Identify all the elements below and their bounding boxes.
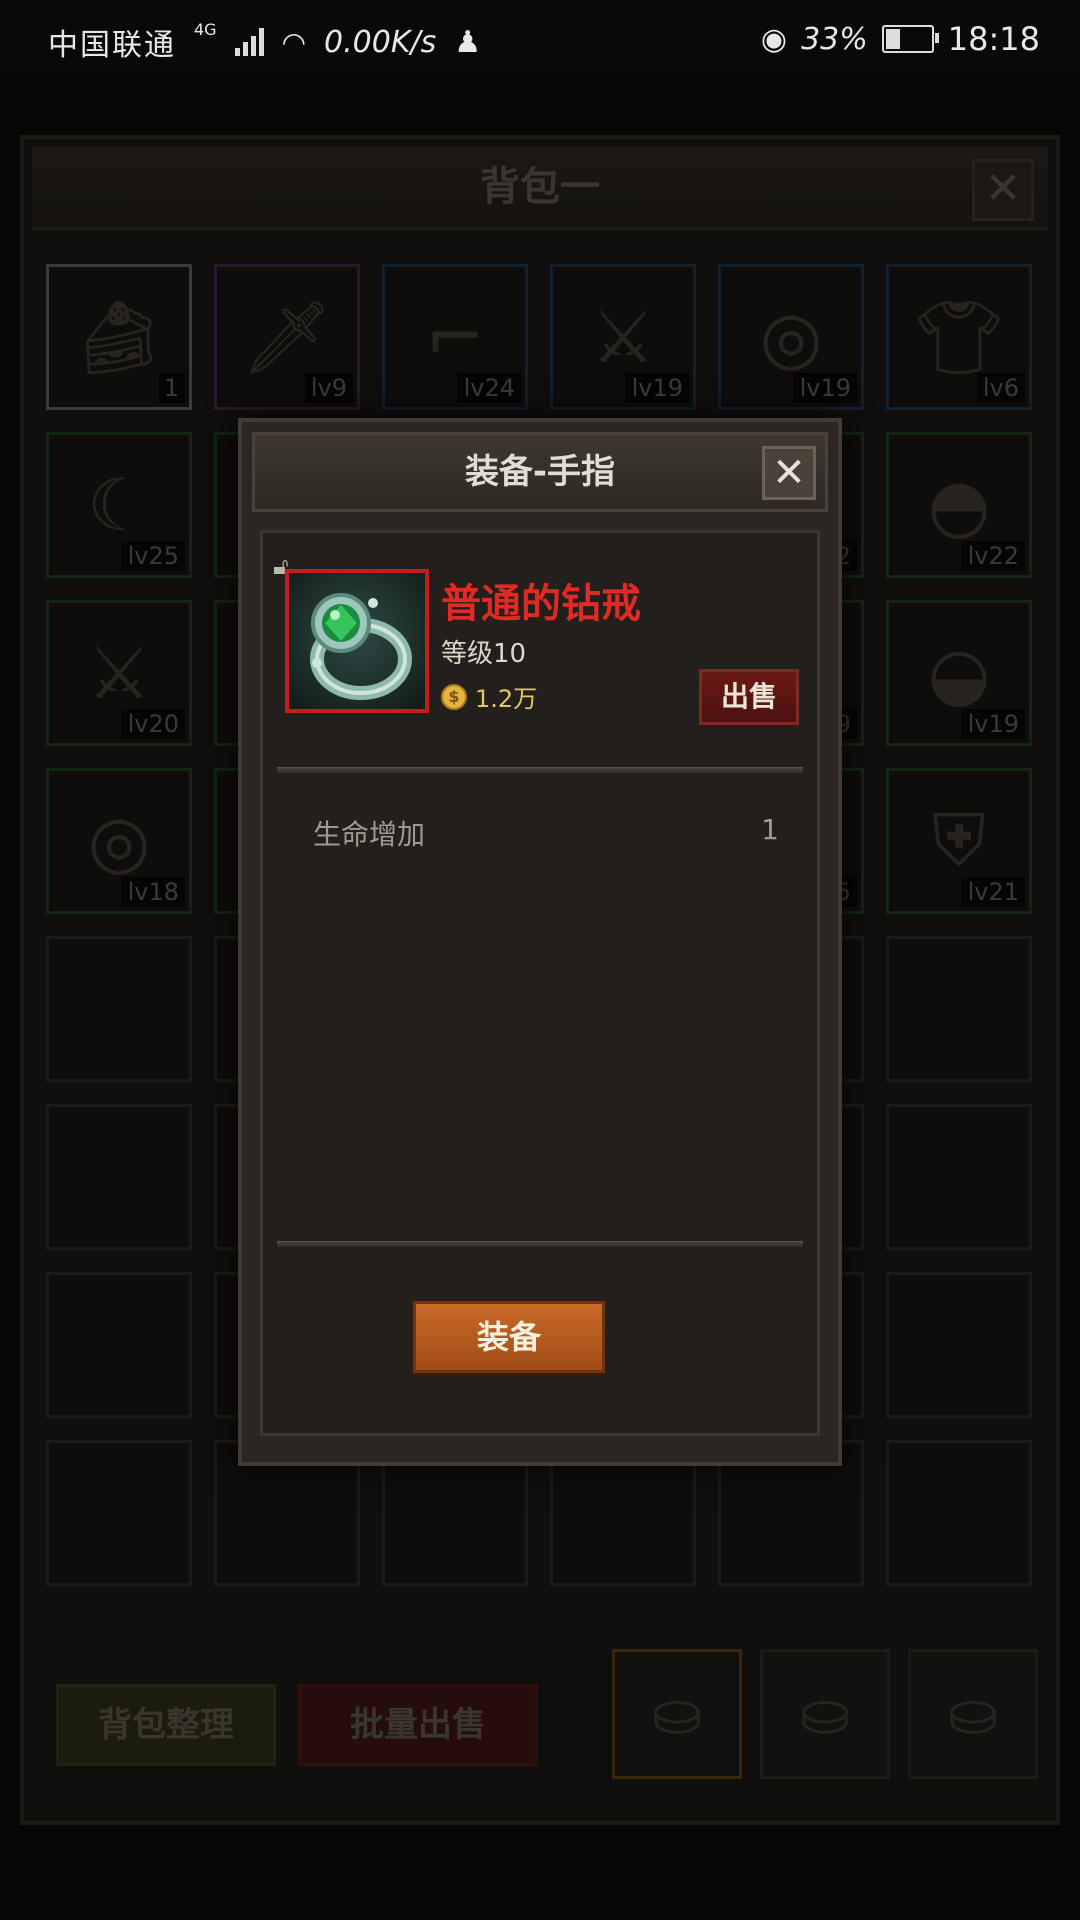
stat-value: 1 [761,813,779,846]
stat-row: 生命增加 1 [313,813,779,853]
battery-percent: 33% [801,21,868,57]
equip-button[interactable]: 装备 [413,1301,605,1373]
equipment-modal: 装备-手指 ✕ 🔓︎ 普通的钻戒 等级10 $ 1.2万 出售 生命增加 1 装… [238,418,842,1466]
ring-icon [310,593,412,700]
divider [277,767,803,773]
sell-button[interactable]: 出售 [699,669,799,725]
modal-body: 🔓︎ 普通的钻戒 等级10 $ 1.2万 出售 生命增加 1 装备 [260,530,820,1436]
battery-icon [881,25,939,53]
coin-icon: $ [441,683,467,710]
item-level: 等级10 [441,639,527,669]
modal-title: 装备-手指 [252,432,828,512]
qq-icon: ♟ [454,24,482,60]
network-speed: 0.00K/s [324,24,437,60]
item-name: 普通的钻戒 [441,581,641,627]
price-value: 1.2万 [475,685,538,713]
clock: 18:18 [947,20,1040,58]
divider [277,1241,803,1247]
stat-name: 生命增加 [313,818,426,851]
signal-icon [234,28,264,56]
modal-close-button[interactable]: ✕ [762,446,816,500]
wifi-icon: ◠ [281,25,307,59]
network-type: 4G [194,20,217,39]
status-bar: 中国联通 4G ◠ 0.00K/s ♟ ◉ 33% 18:18 [0,0,1080,78]
carrier-label: 中国联通 [48,28,176,63]
eye-icon: ◉ [760,21,788,57]
item-icon-frame [285,569,429,713]
item-price: $ 1.2万 [441,679,537,714]
